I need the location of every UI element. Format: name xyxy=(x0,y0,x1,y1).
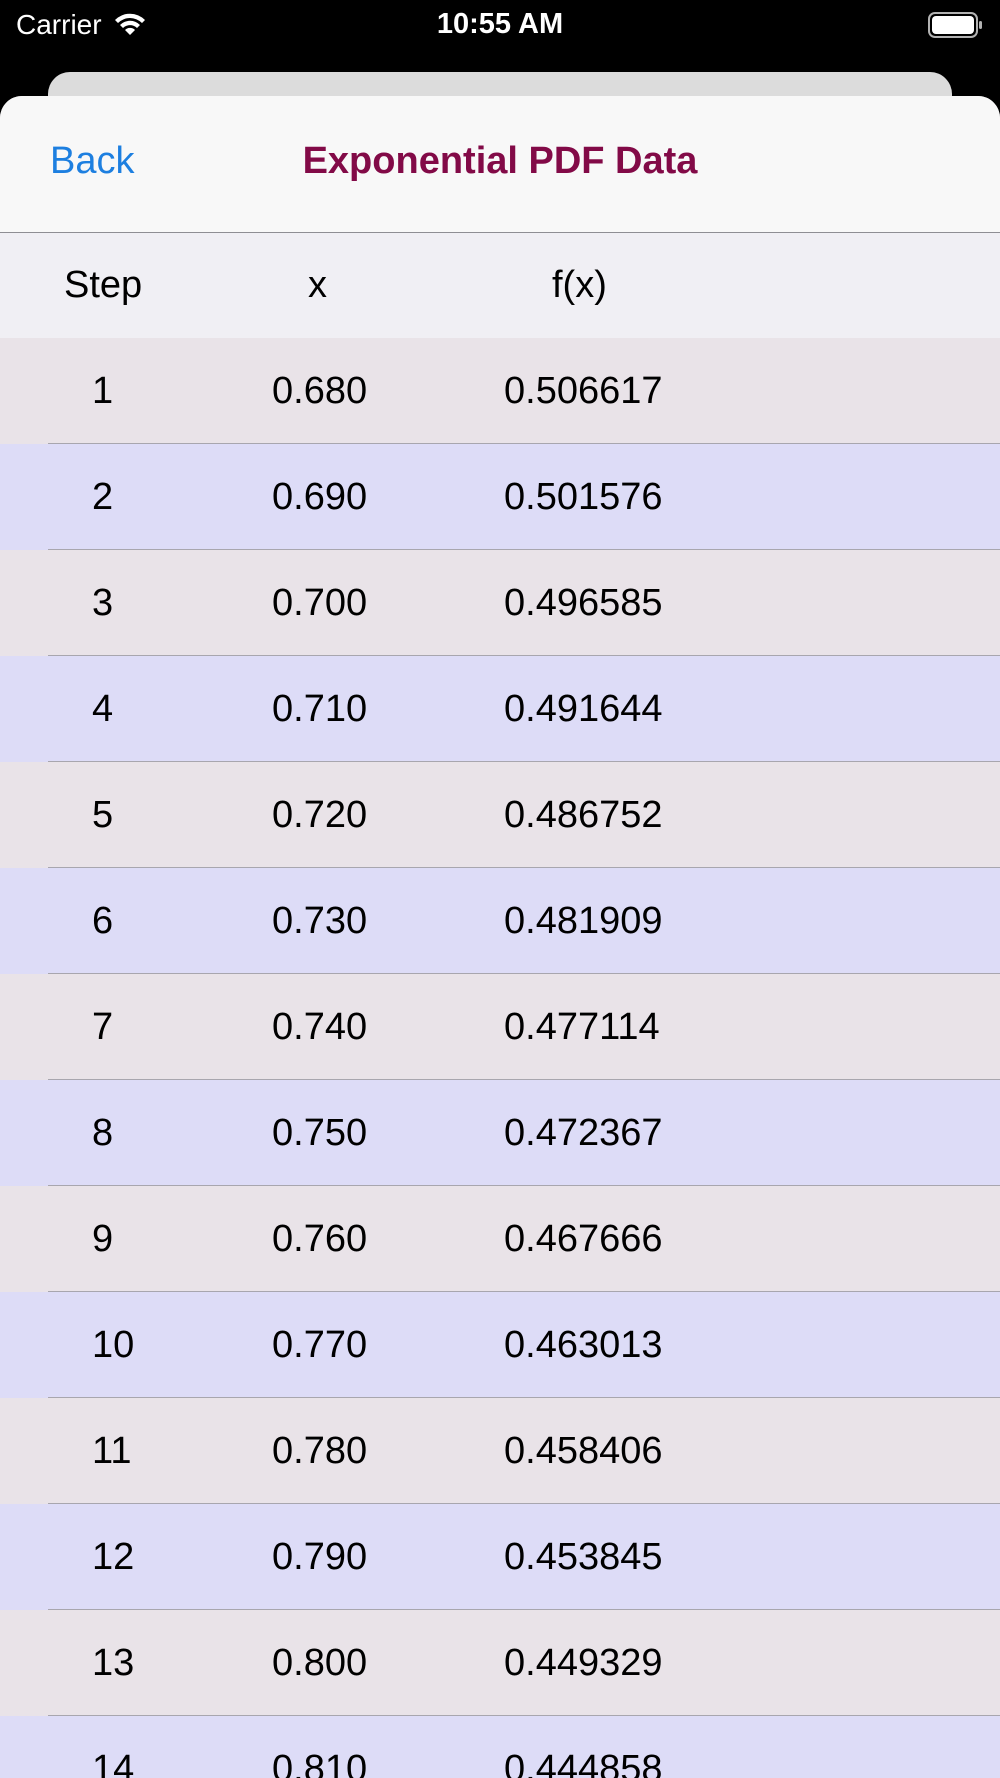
cell-step: 1 xyxy=(92,369,114,412)
table-row[interactable]: 13 0.800 0.449329 xyxy=(0,1610,1000,1716)
table-row[interactable]: 5 0.720 0.486752 xyxy=(0,762,1000,868)
column-header-x: x xyxy=(308,264,327,306)
cell-fx: 0.477114 xyxy=(504,1005,660,1048)
cell-fx: 0.481909 xyxy=(504,899,663,942)
table-row[interactable]: 10 0.770 0.463013 xyxy=(0,1292,1000,1398)
cell-x: 0.780 xyxy=(272,1429,368,1472)
cell-step: 14 xyxy=(92,1747,135,1778)
cell-fx: 0.467666 xyxy=(504,1217,663,1260)
cell-x: 0.710 xyxy=(272,687,368,730)
cell-step: 3 xyxy=(92,581,114,624)
cell-step: 5 xyxy=(92,793,114,836)
data-table[interactable]: 1 0.680 0.506617 2 0.690 0.501576 3 0.700 0.4965… xyxy=(0,338,1000,1778)
cell-step: 10 xyxy=(92,1323,135,1366)
table-row[interactable]: 14 0.810 0.444858 xyxy=(0,1716,1000,1778)
cell-fx: 0.501576 xyxy=(504,475,663,518)
cell-fx: 0.444858 xyxy=(504,1747,663,1778)
cell-x: 0.690 xyxy=(272,475,368,518)
table-row[interactable]: 7 0.740 0.477114 xyxy=(0,974,1000,1080)
table-row[interactable]: 1 0.680 0.506617 xyxy=(0,338,1000,444)
cell-x: 0.790 xyxy=(272,1535,368,1578)
table-row[interactable]: 12 0.790 0.453845 xyxy=(0,1504,1000,1610)
cell-fx: 0.458406 xyxy=(504,1429,663,1472)
cell-x: 0.700 xyxy=(272,581,368,624)
cell-step: 6 xyxy=(92,899,114,942)
cell-x: 0.720 xyxy=(272,793,368,836)
cell-x: 0.680 xyxy=(272,369,368,412)
cell-x: 0.770 xyxy=(272,1323,368,1366)
cell-step: 9 xyxy=(92,1217,114,1260)
cell-x: 0.740 xyxy=(272,1005,368,1048)
table-header: Step x f(x) xyxy=(0,233,1000,338)
table-row[interactable]: 3 0.700 0.496585 xyxy=(0,550,1000,656)
cell-x: 0.800 xyxy=(272,1641,368,1684)
cell-fx: 0.472367 xyxy=(504,1111,663,1154)
cell-step: 12 xyxy=(92,1535,135,1578)
page-title: Exponential PDF Data xyxy=(302,140,698,182)
table-row[interactable]: 4 0.710 0.491644 xyxy=(0,656,1000,762)
cell-step: 2 xyxy=(92,475,114,518)
cell-step: 13 xyxy=(92,1641,135,1684)
cell-fx: 0.486752 xyxy=(504,793,663,836)
cell-step: 8 xyxy=(92,1111,114,1154)
cell-step: 7 xyxy=(92,1005,114,1048)
modal-sheet: Back Exponential PDF Data Step x f(x) 10… xyxy=(0,96,1000,1778)
status-bar: Carrier 10:55 AM xyxy=(0,0,1000,60)
cell-x: 0.750 xyxy=(272,1111,368,1154)
cell-fx: 0.506617 xyxy=(504,369,663,412)
cell-fx: 0.453845 xyxy=(504,1535,663,1578)
battery-icon xyxy=(928,12,982,38)
table-row[interactable]: 6 0.730 0.481909 xyxy=(0,868,1000,974)
table-row[interactable]: 9 0.760 0.467666 xyxy=(0,1186,1000,1292)
cell-fx: 0.491644 xyxy=(504,687,663,730)
cell-fx: 0.496585 xyxy=(504,581,663,624)
cell-x: 0.810 xyxy=(272,1747,368,1778)
column-header-step: Step xyxy=(64,264,143,306)
cell-x: 0.730 xyxy=(272,899,368,942)
table-row[interactable]: 11 0.780 0.458406 xyxy=(0,1398,1000,1504)
cell-step: 4 xyxy=(92,687,114,730)
navigation-bar: Back Exponential PDF Data xyxy=(0,96,1000,233)
cell-step: 11 xyxy=(92,1429,132,1472)
table-row[interactable]: 2 0.690 0.501576 xyxy=(0,444,1000,550)
column-header-fx: f(x) xyxy=(552,264,607,306)
cell-x: 0.760 xyxy=(272,1217,368,1260)
cell-fx: 0.449329 xyxy=(504,1641,663,1684)
table-row[interactable]: 8 0.750 0.472367 xyxy=(0,1080,1000,1186)
status-time: 10:55 AM xyxy=(436,8,564,40)
cell-fx: 0.463013 xyxy=(504,1323,663,1366)
